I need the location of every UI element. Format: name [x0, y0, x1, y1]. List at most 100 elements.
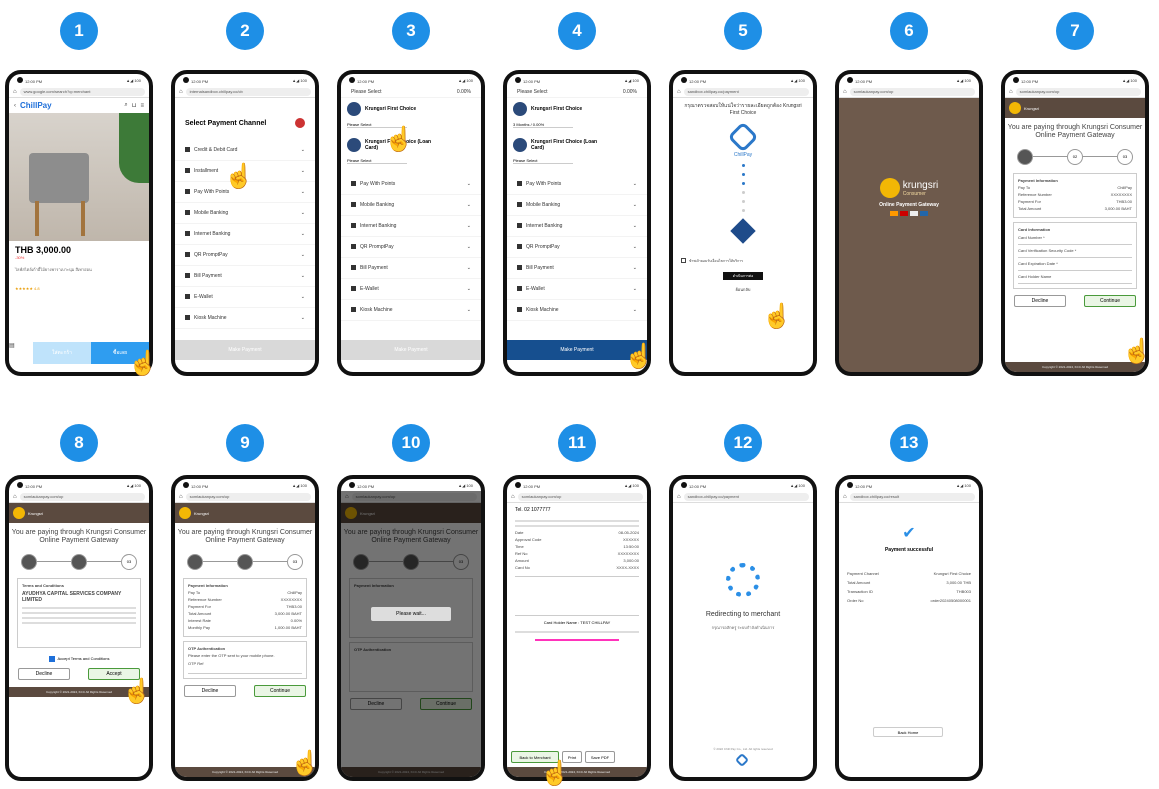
card-icon — [347, 102, 361, 116]
list-item[interactable]: Internet Banking ⌄ — [341, 216, 481, 237]
phone-step-10: 12:00 PM▲◢ 100 ⌂somlaukanpay.com/op Krun… — [337, 475, 485, 781]
list-item[interactable]: Mobile Banking ⌄ — [175, 203, 315, 224]
chillpay-logo-icon — [734, 752, 750, 768]
make-payment-button[interactable]: Make Payment — [175, 340, 315, 360]
list-item[interactable]: Kiosk Machine ⌄ — [341, 300, 481, 321]
home-icon[interactable]: ⌂ — [677, 89, 681, 95]
list-item[interactable]: Internet Banking ⌄ — [507, 216, 647, 237]
make-payment-button[interactable]: Make Payment — [341, 340, 481, 360]
installment-select[interactable]: Please Select — [513, 158, 573, 164]
list-item[interactable]: E-Wallet ⌄ — [507, 279, 647, 300]
chillpay-logo-text: ChillPay — [733, 152, 753, 158]
installment-select[interactable]: 3 Months / 0.00% — [513, 122, 573, 128]
home-icon[interactable]: ⌂ — [13, 89, 17, 95]
home-icon[interactable]: ⌂ — [179, 89, 183, 95]
step-badge-12: 12 — [724, 424, 762, 462]
list-item[interactable]: E-Wallet ⌄ — [341, 279, 481, 300]
gateway-header: Krungsri — [1005, 98, 1145, 118]
gateway-title: You are paying through Krungsri Consumer… — [177, 529, 313, 545]
url-bar[interactable]: sandbox.chillpay.co/payment — [683, 87, 809, 96]
home-icon[interactable]: ⌂ — [511, 494, 515, 500]
list-item[interactable]: E-Wallet ⌄ — [175, 287, 315, 308]
krungsri-logo-icon — [879, 178, 900, 198]
payment-info-box: Payment Information Pay To ChillPay Refer… — [183, 577, 307, 637]
list-item[interactable]: Bill Payment ⌄ — [175, 266, 315, 287]
step-badge-10: 10 — [392, 424, 430, 462]
back-link[interactable]: ย้อนกลับ — [673, 286, 813, 293]
step-badge-11: 11 — [558, 424, 596, 462]
krungsri-logo-icon — [179, 507, 191, 519]
installment-select[interactable]: Please Select — [347, 158, 407, 164]
home-icon[interactable]: ⌂ — [843, 494, 847, 500]
list-item[interactable]: QR PromptPay ⌄ — [175, 245, 315, 266]
select-field[interactable]: Please Select — [517, 89, 548, 95]
tap-hand-icon: ☝ — [224, 163, 254, 190]
accept-terms-checkbox[interactable] — [48, 655, 55, 662]
home-icon[interactable]: ⌂ — [1009, 89, 1013, 95]
home-icon[interactable]: ⌂ — [13, 494, 17, 500]
step-badge-7: 7 — [1056, 12, 1094, 50]
home-icon[interactable]: ⌂ — [843, 89, 847, 95]
shop-icon[interactable]: ▤ — [9, 342, 33, 364]
check-icon: ✔ — [902, 525, 916, 542]
decline-button[interactable]: Decline — [18, 667, 70, 680]
list-item[interactable]: Kiosk Machine ⌄ — [175, 308, 315, 329]
search-icon[interactable]: ⌕ — [124, 102, 127, 109]
language-flag-icon[interactable] — [295, 118, 305, 128]
card-label: Krungsri First Choice — [365, 106, 417, 112]
decline-button[interactable]: Decline — [184, 684, 236, 697]
url-bar[interactable]: somlaukanpay.com/op — [185, 492, 311, 501]
continue-button[interactable]: Continue — [254, 684, 306, 697]
url-bar[interactable]: somlaukanpay.com/op — [517, 492, 643, 501]
product-image — [9, 113, 149, 241]
product-rating: ★★★★★ 4.8 — [15, 286, 40, 291]
consent-checkbox[interactable] — [681, 258, 686, 263]
payment-channel-list: Pay With Points ⌄ Mobile Banking ⌄ Interne… — [507, 174, 647, 321]
decline-button[interactable]: Decline — [1014, 294, 1066, 307]
url-bar[interactable]: internalsandbox.chillpay.co/cb — [185, 87, 311, 96]
home-icon[interactable]: ⌂ — [179, 494, 183, 500]
home-icon[interactable]: ⌂ — [677, 494, 681, 500]
url-bar[interactable]: sandbox-chillpay.co/payment — [683, 492, 809, 501]
continue-button[interactable]: Continue — [1084, 294, 1136, 307]
url-bar[interactable]: sandbox.chillpay.co/result — [849, 492, 975, 501]
list-item[interactable]: Mobile Banking ⌄ — [341, 195, 481, 216]
cart-icon[interactable]: ⊔ — [132, 102, 137, 109]
list-item[interactable]: Pay With Points ⌄ — [341, 174, 481, 195]
redirect-message: Redirecting to merchant — [705, 611, 781, 618]
list-item[interactable]: Pay With Points ⌄ — [507, 174, 647, 195]
list-item[interactable]: Internet Banking ⌄ — [175, 224, 315, 245]
add-to-cart-button[interactable]: ใส่ตะกร้า — [33, 342, 91, 364]
step-badge-8: 8 — [60, 424, 98, 462]
url-bar[interactable]: somlaukanpay.com/op — [849, 87, 975, 96]
save-pdf-button[interactable]: Save PDF — [585, 751, 615, 763]
list-item[interactable]: Bill Payment ⌄ — [341, 258, 481, 279]
tap-hand-icon: ☝ — [1122, 338, 1152, 365]
url-bar[interactable]: somlaukanpay.com/op — [19, 492, 145, 501]
list-item[interactable]: Kiosk Machine ⌄ — [507, 300, 647, 321]
phone-step-6: 12:00 PM ▲◢ 100 ⌂ somlaukanpay.com/op krun… — [835, 70, 983, 376]
loading-overlay — [341, 491, 481, 777]
url-bar[interactable]: www.google.com/search?q=merchant — [19, 87, 145, 96]
card-icon — [513, 138, 527, 152]
otp-input[interactable] — [188, 666, 302, 674]
url-bar[interactable]: somlaukanpay.com/op — [1015, 87, 1141, 96]
back-home-button[interactable]: Back Home — [873, 727, 943, 737]
list-item[interactable]: Credit & Debit Card ⌄ — [175, 140, 315, 161]
proceed-button[interactable]: ดำเนินการต่อ — [723, 272, 763, 280]
step-badge-3: 3 — [392, 12, 430, 50]
bank-logo-icon — [730, 218, 756, 244]
select-field[interactable]: Please Select — [351, 89, 382, 95]
stepper: 03 — [21, 553, 137, 570]
phone-step-1: 12:00 PM ▲◢ 100 ⌂ www.google.com/search?q=… — [5, 70, 153, 376]
page-title: กรุณาตรวจสอบให้แน่ใจว่ารายละเอียดถูกต้อง… — [684, 103, 802, 116]
terms-box[interactable]: Terms and Conditions AYUDHYA CAPITAL SER… — [17, 577, 141, 648]
accept-terms-label: Accept Terms and Conditions — [57, 656, 110, 662]
list-item[interactable]: Bill Payment ⌄ — [507, 258, 647, 279]
page-title: Select Payment Channel — [185, 119, 267, 127]
menu-icon[interactable]: ≡ — [140, 103, 144, 109]
list-item[interactable]: QR PromptPay ⌄ — [507, 237, 647, 258]
list-item[interactable]: Mobile Banking ⌄ — [507, 195, 647, 216]
back-arrow-icon[interactable]: ‹ — [14, 103, 16, 109]
list-item[interactable]: QR PromptPay ⌄ — [341, 237, 481, 258]
